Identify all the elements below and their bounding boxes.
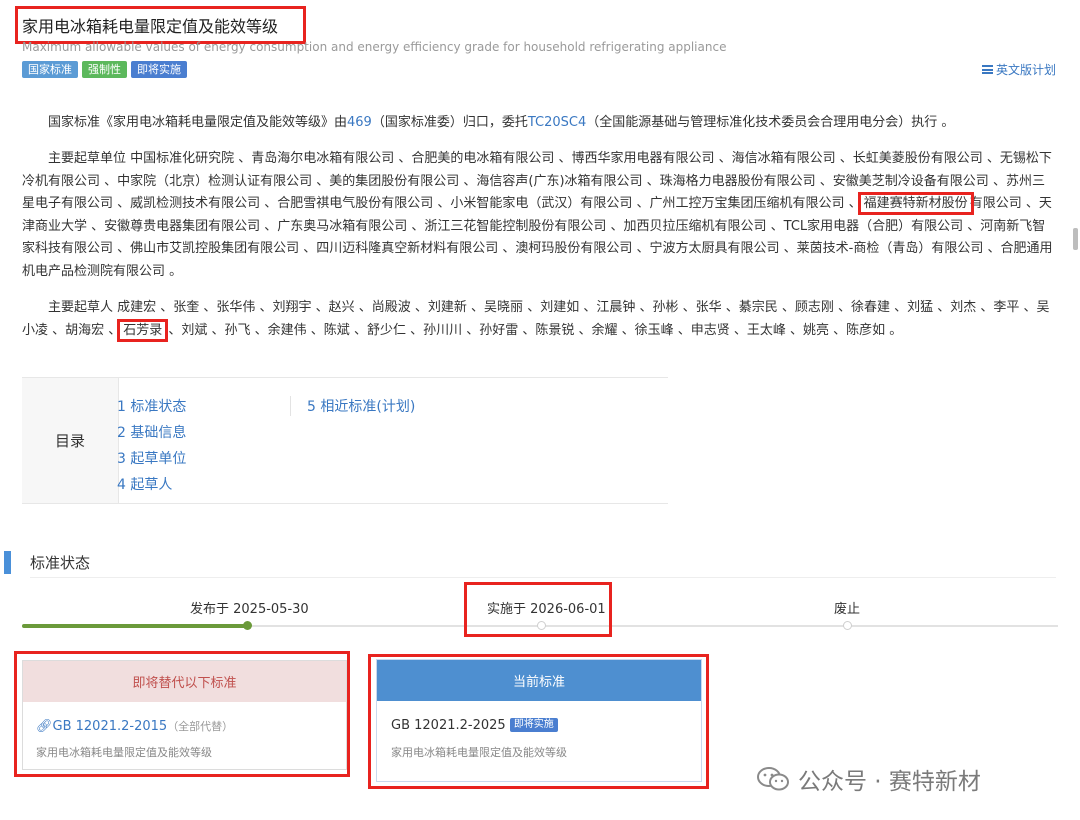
- toc-item-drafting-units[interactable]: 3 起草单位: [117, 448, 186, 468]
- page-title: 家用电冰箱耗电量限定值及能效等级: [22, 17, 279, 36]
- english-plan-link[interactable]: 英文版计划: [981, 61, 1056, 78]
- timeline-label-published: 发布于 2025-05-30: [190, 602, 309, 617]
- timeline-progress-pending: [248, 625, 1058, 627]
- timeline-dot-abolish: [843, 621, 852, 630]
- badge-national: 国家标准: [22, 61, 78, 78]
- subtc-link[interactable]: TC20SC4: [528, 115, 586, 130]
- wechat-icon: [757, 767, 789, 791]
- badge-mandatory: 强制性: [82, 61, 127, 78]
- intro-paragraph: 国家标准《家用电冰箱耗电量限定值及能效等级》由469（国家标准委）归口，委托TC…: [22, 112, 1057, 135]
- table-of-contents: 目录 1 标准状态 2 基础信息 3 起草单位 4 起草人 5 相近标准(计划): [22, 377, 668, 504]
- page-subtitle: Maximum allowable values of energy consu…: [22, 40, 727, 54]
- intro-suffix: （全国能源基础与管理标准化技术委员会合理用电分会）执行 。: [586, 115, 955, 130]
- section-accent-bar: [4, 551, 11, 574]
- badge-row: 国家标准 强制性 即将实施: [22, 61, 187, 78]
- intro-prefix: 国家标准《家用电冰箱耗电量限定值及能效等级》由: [48, 115, 348, 130]
- highlighted-drafter: 石芳录: [117, 318, 169, 342]
- implement-date-highlight-box: [464, 582, 612, 637]
- drafters-rest: 、刘斌 、孙飞 、余建伟 、陈斌 、舒少仁 、孙川川 、孙好雷 、陈景锐 、余耀…: [164, 322, 903, 338]
- timeline-dot-published: [243, 621, 252, 630]
- timeline-label-abolish: 废止: [834, 602, 861, 617]
- drafters-paragraph: 主要起草人 成建宏 、张奎 、张华伟 、刘翔宇 、赵兴 、尚殿波 、刘建新 、吴…: [22, 297, 1057, 342]
- replace-card-highlight-box: [14, 651, 350, 777]
- watermark: 公众号 · 赛特新材: [756, 762, 981, 796]
- toc-label: 目录: [22, 378, 119, 503]
- scrollbar-thumb[interactable]: [1073, 228, 1078, 250]
- tc-link[interactable]: 469: [347, 115, 372, 130]
- toc-item-drafters[interactable]: 4 起草人: [117, 474, 172, 494]
- list-icon: [981, 65, 993, 74]
- drafting-units-paragraph: 主要起草单位 中国标准化研究院 、青岛海尔电冰箱有限公司 、合肥美的电冰箱有限公…: [22, 148, 1057, 284]
- toc-item-similar-standards[interactable]: 5 相近标准(计划): [290, 396, 415, 416]
- section-title-status: 标准状态: [30, 554, 91, 572]
- watermark-text: 公众号 · 赛特新材: [798, 769, 981, 795]
- section-divider: [30, 577, 1056, 578]
- english-plan-label: 英文版计划: [995, 63, 1056, 77]
- badge-upcoming: 即将实施: [131, 61, 187, 78]
- toc-item-status[interactable]: 1 标准状态: [117, 396, 186, 416]
- current-card-highlight-box: [368, 654, 709, 789]
- toc-item-basic-info[interactable]: 2 基础信息: [117, 422, 186, 442]
- timeline-progress-done: [22, 624, 248, 628]
- intro-middle: （国家标准委）归口，委托: [371, 115, 528, 130]
- highlighted-unit: 福建赛特新材股份: [857, 192, 974, 216]
